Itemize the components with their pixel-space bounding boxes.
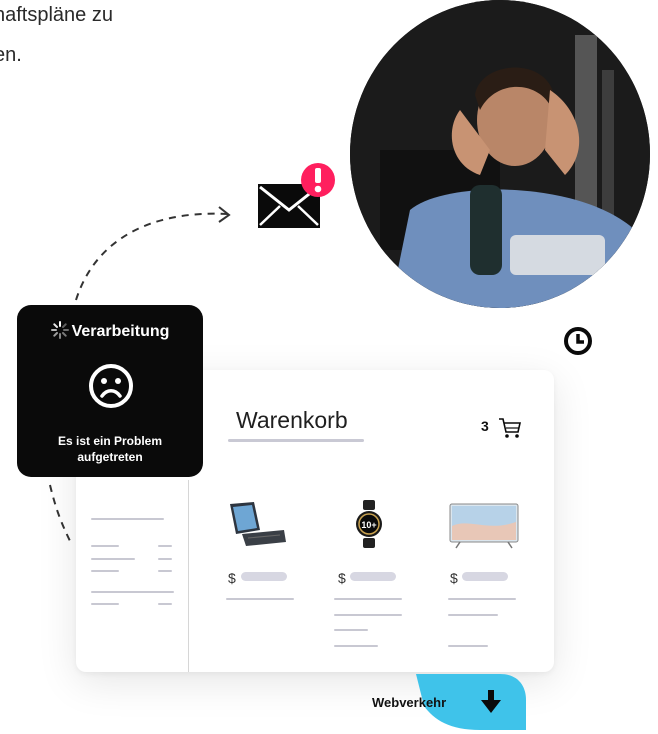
cart-title: Warenkorb (236, 407, 348, 433)
processing-panel: Verarbeitung Es ist ein Problem aufgetre… (17, 305, 203, 477)
tablet-keyboard-image[interactable] (226, 500, 288, 548)
cart-count: 3 (481, 418, 489, 434)
panel-error-message: Es ist ein Problem aufgetreten (57, 434, 163, 464)
panel-title-row: Verarbeitung (17, 321, 203, 341)
stressed-person-photo (350, 0, 650, 308)
television-image[interactable] (448, 502, 520, 550)
price-currency: $ (450, 570, 458, 586)
cart-title-underline (228, 439, 364, 442)
panel-title: Verarbeitung (71, 323, 170, 340)
arrow-down-icon (481, 690, 501, 713)
sad-face-icon (89, 364, 133, 408)
web-traffic-label: Webverkehr (372, 695, 447, 710)
watch-display: 10+ (361, 520, 376, 530)
shopping-cart-icon[interactable] (497, 416, 523, 440)
envelope-icon (258, 163, 335, 228)
spinner-icon (50, 321, 69, 339)
smartwatch-image[interactable]: 10+ (354, 500, 384, 548)
price-currency: $ (338, 570, 346, 586)
clock-icon (564, 327, 592, 355)
card-divider (188, 480, 189, 672)
price-currency: $ (228, 570, 236, 586)
